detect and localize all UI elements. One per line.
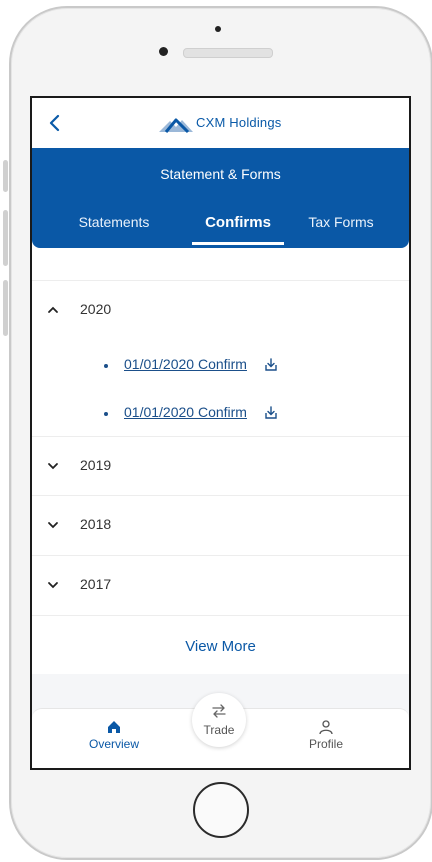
tab-statements[interactable]: Statements: [78, 214, 150, 230]
phone-volume-down-button: [3, 280, 8, 336]
nav-overview[interactable]: Overview: [82, 719, 146, 751]
swap-arrows-icon: [212, 704, 226, 718]
nav-trade-label: Trade: [203, 723, 235, 737]
year-row-2018[interactable]: 2018: [32, 496, 409, 554]
divider: [32, 615, 409, 616]
nav-trade[interactable]: Trade: [192, 693, 246, 747]
confirm-link[interactable]: 01/01/2020 Confirm: [124, 356, 247, 372]
app-screen: CXM Holdings Statement & Forms Statement…: [30, 96, 411, 770]
phone-sensor: [215, 26, 221, 32]
year-label: 2018: [80, 516, 112, 532]
year-row-2019[interactable]: 2019: [32, 437, 409, 495]
page-header: Statement & Forms Statements Confirms Ta…: [32, 148, 409, 248]
download-icon[interactable]: [264, 358, 278, 372]
year-row-2020[interactable]: 2020: [32, 281, 409, 339]
tab-tax-forms[interactable]: Tax Forms: [306, 214, 376, 230]
user-icon: [319, 720, 333, 735]
home-icon: [108, 721, 120, 733]
download-icon[interactable]: [264, 406, 278, 420]
year-label: 2020: [80, 301, 112, 317]
phone-side-button: [3, 160, 8, 192]
active-tab-indicator: [192, 242, 284, 245]
top-bar: CXM Holdings: [32, 98, 409, 148]
confirm-link[interactable]: 01/01/2020 Confirm: [124, 404, 247, 420]
phone-speaker: [183, 48, 273, 58]
year-row-2017[interactable]: 2017: [32, 556, 409, 614]
chevron-down-icon: [48, 463, 58, 470]
years-list: 2020 01/01/2020 Confirm 01/01/2020 Confi…: [32, 248, 409, 708]
page-title: Statement & Forms: [160, 166, 281, 182]
year-label: 2019: [80, 457, 112, 473]
phone-volume-up-button: [3, 210, 8, 266]
chevron-down-icon: [48, 582, 58, 589]
view-more-button[interactable]: View More: [32, 638, 409, 655]
bottom-nav: Overview Trade Profile: [32, 693, 409, 768]
tab-confirms[interactable]: Confirms: [192, 214, 284, 231]
brand-name: CXM Holdings: [196, 115, 282, 130]
chevron-up-icon: [48, 306, 58, 313]
phone-camera: [159, 47, 168, 56]
nav-profile[interactable]: Profile: [294, 719, 358, 751]
nav-profile-label: Profile: [308, 737, 343, 751]
year-label: 2017: [80, 576, 112, 592]
list-bullet: [104, 364, 108, 368]
phone-home-button[interactable]: [193, 782, 249, 838]
list-bullet: [104, 412, 108, 416]
chevron-down-icon: [48, 522, 58, 529]
back-chevron-icon[interactable]: [44, 112, 66, 134]
brand-logo: [159, 118, 193, 134]
nav-overview-label: Overview: [88, 737, 139, 751]
